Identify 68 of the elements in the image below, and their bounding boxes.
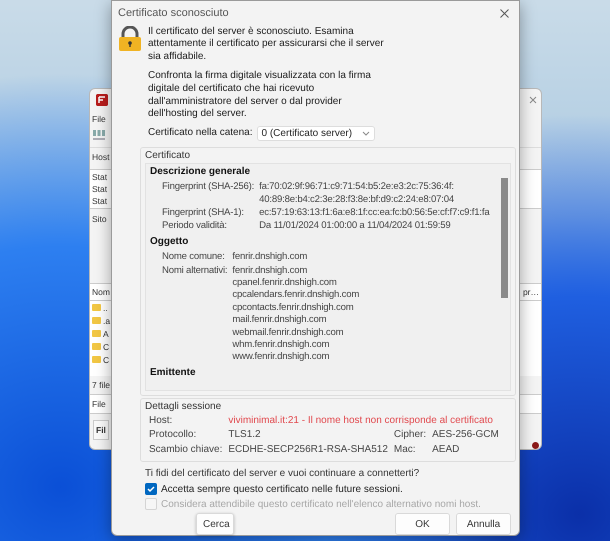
file-name[interactable]: C [103,354,110,365]
field-value: Da 11/01/2024 01:00:00 a 11/04/2024 01:59:59 [259,220,451,233]
field-label: Cipher: [394,429,426,442]
file-name[interactable]: A [103,328,109,339]
status-icon [532,442,539,449]
file-count: 7 file [92,380,110,390]
site-label: Sito [92,214,107,224]
field-label: Periodo validità: [162,220,227,233]
close-button[interactable] [498,6,511,20]
field-label: Host: [149,414,172,428]
app-logo-icon [96,94,108,106]
menu-item[interactable]: File [92,114,106,124]
field-value: cpanel.fenrir.dnshigh.com [232,277,337,290]
field-value: www.fenrir.dnshigh.com [232,351,330,364]
field-value: cpcalendars.fenrir.dnshigh.com [232,289,360,302]
intro-text: Il certificato del server è sconosciuto. Esamina attentamente il certificato per assicurarsi che il server sia affidabile. [148,26,385,64]
field-value: ec:57:19:63:13:f1:6a:e8:1f:cc:ea:fc:b0:56:5e:cf:f7:c9:f1:fa [259,207,490,220]
checkbox-box[interactable] [145,483,157,495]
file-name[interactable]: C [103,342,110,352]
log-line: Stat [92,172,108,182]
question-text: Ti fidi del certificato del server e vuoi continuare a connetterti? [144,467,420,479]
queue-label: File [92,399,106,410]
section-heading: Emittente [150,366,196,380]
dialog-button[interactable]: OK [395,513,450,535]
dialog-button[interactable]: Annulla [456,513,511,535]
group-label: Certificato [145,150,192,161]
field-label: Fingerprint (SHA-1): [162,207,244,220]
queue-tab[interactable]: Fil [93,420,109,440]
chain-label: Certificato nella catena: [148,126,253,140]
padlock-icon [118,26,142,52]
field-value: TLS1.2 [228,429,261,442]
file-name[interactable]: .a [103,316,110,326]
field-label: Fingerprint (SHA-256): [162,181,254,194]
field-value: AES-256-GCM [432,429,499,442]
field-value: whm.fenrir.dnshigh.com [232,339,330,352]
column-header[interactable]: pr… [522,286,539,297]
file-name[interactable]: .. [103,302,108,313]
instructions-text: Confronta la firma digitale visualizzata con la firma digitale del certificato che hai ricevuto dall'amministratore del server o dal provider dell'hosting del server. [148,70,372,121]
field-value: mail.fenrir.dnshigh.com [232,314,326,327]
field-value: ECDHE-SECP256R1-RSA-SHA512 [228,444,388,456]
scrollbar-thumb[interactable] [501,178,508,298]
close-icon[interactable] [529,96,537,104]
search-button[interactable]: Cerca [196,513,234,535]
column-header[interactable]: Nom [92,286,110,297]
host-label: Host [92,152,110,162]
site-manager-icon[interactable] [92,128,106,141]
field-value: AEAD [432,444,460,456]
field-value: fenrir.dnshigh.com [232,264,308,278]
field-value: cpcontacts.fenrir.dnshigh.com [232,302,354,314]
log-line: Stat [92,184,108,194]
field-value: webmail.fenrir.dnshigh.com [232,326,344,340]
field-value: fenrir.dnshigh.com [232,251,308,264]
group-label: Dettagli sessione [145,400,222,412]
field-label: Protocollo: [149,429,196,442]
log-line: Stat [92,196,108,206]
dialog-title: Certificato sconosciuto [118,7,229,20]
field-value: viviminimal.it:21 - Il nome host non corrisponde al certificato [228,414,493,428]
field-label: Mac: [394,444,416,456]
section-heading: Descrizione generale [150,166,252,178]
section-heading: Oggetto [150,236,190,248]
caret-icon [362,130,370,136]
field-label: Scambio chiave: [149,444,222,456]
field-value: 40:89:8e:b4:c2:3e:28:f3:8e:bf:d9:c2:24:e8:07:04 [259,194,454,206]
field-label: Nomi alternativi: [162,264,228,278]
checkbox[interactable]: Accetta sempre questo certificato nelle future sessioni. [145,483,403,495]
field-value: fa:70:02:9f:96:71:c9:71:54:b5:2e:e3:2c:75:36:4f: [259,181,454,194]
field-label: Nome comune: [162,251,225,264]
chain-dropdown[interactable]: 0 (Certificato server) [256,126,376,141]
